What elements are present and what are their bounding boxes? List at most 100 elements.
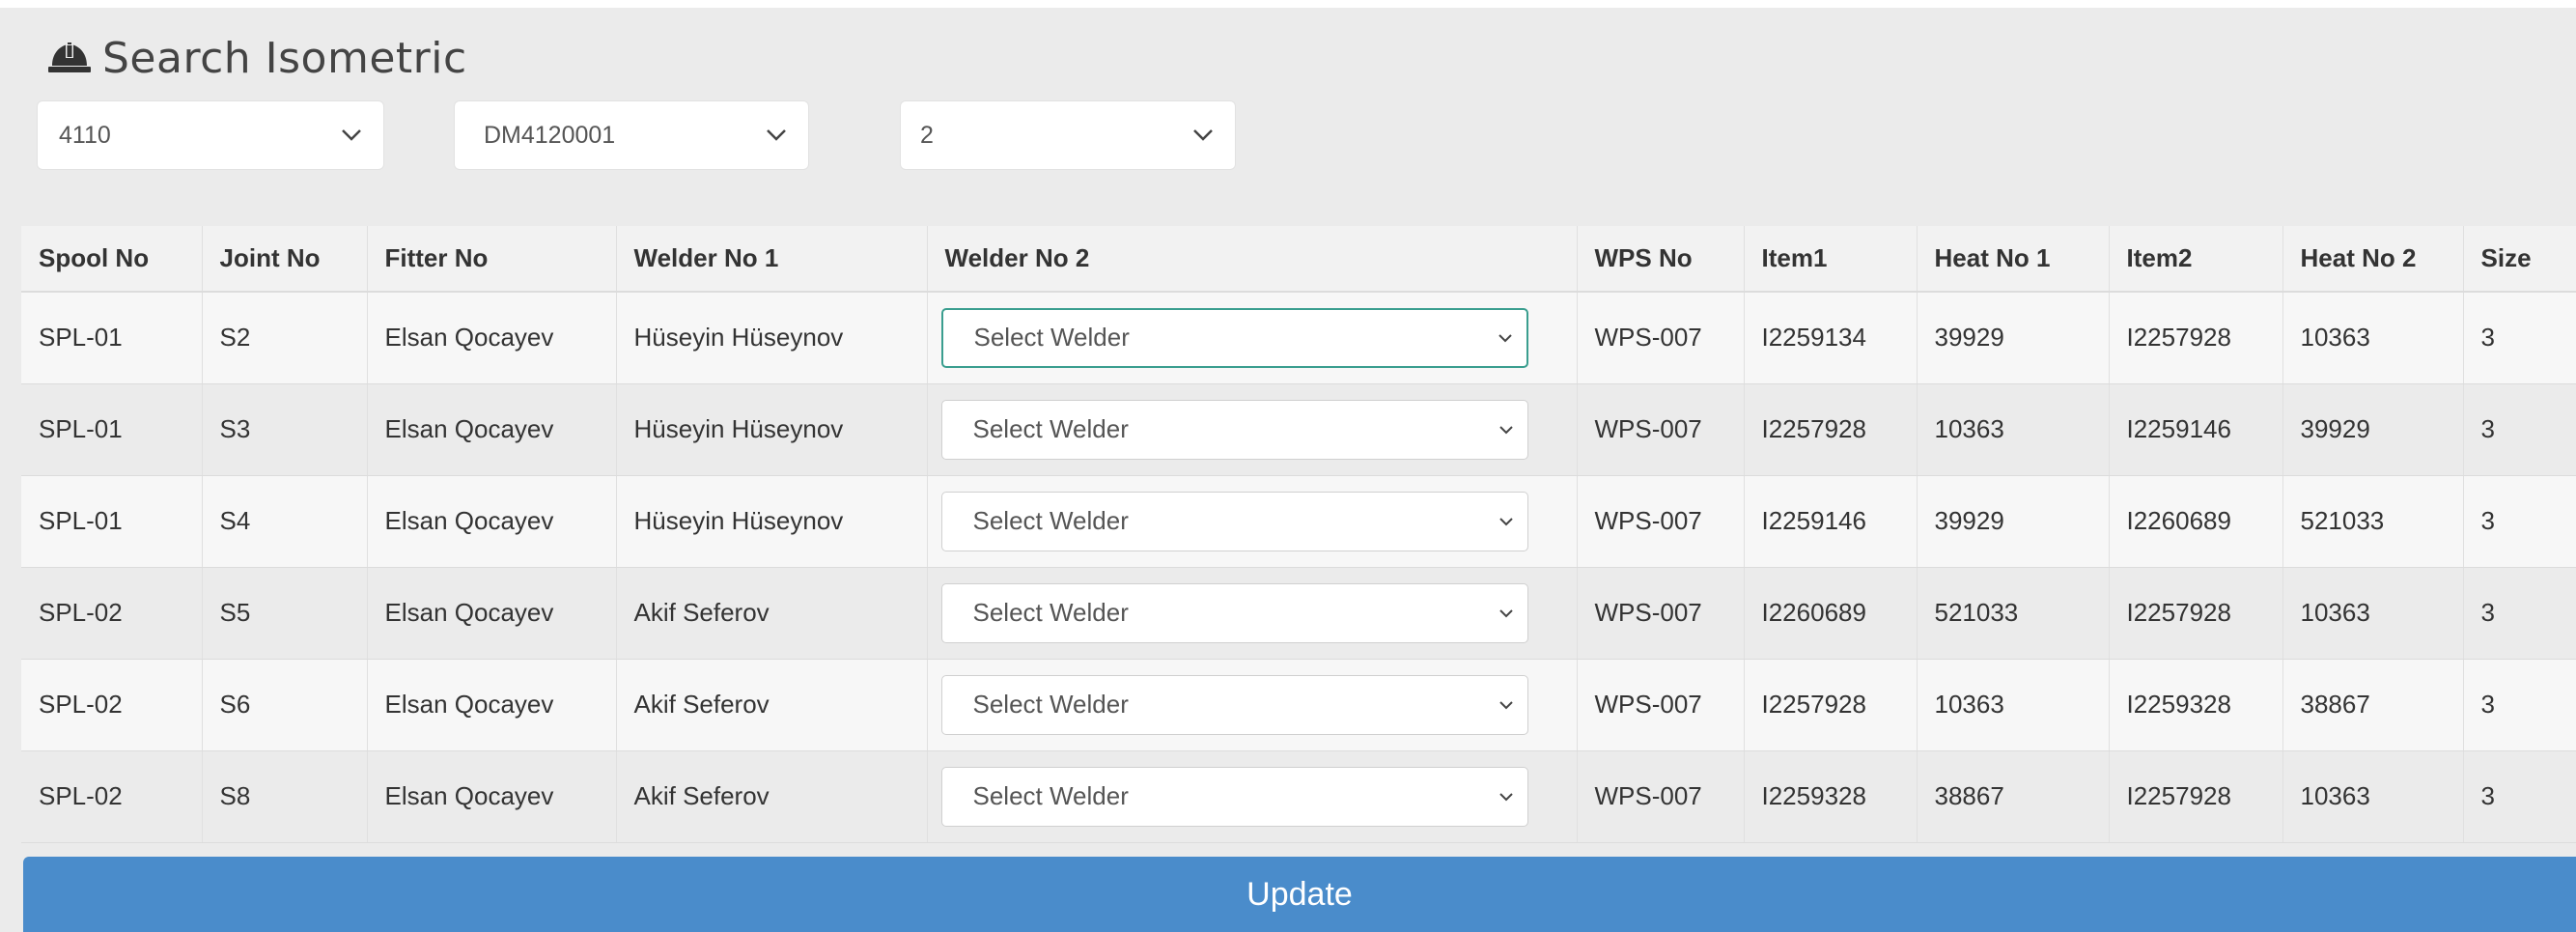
column-header: Item2 xyxy=(2109,226,2283,293)
size-cell: 3 xyxy=(2463,475,2576,568)
revision-select-value: 2 xyxy=(920,121,934,149)
item2-cell: I2257928 xyxy=(2109,292,2283,384)
heat-no-2-cell: 10363 xyxy=(2282,567,2464,660)
column-header: Spool No xyxy=(21,226,203,293)
table-row: SPL-02 S8 Elsan Qocayev Akif Seferov Sel… xyxy=(21,750,2576,843)
heat-no-1-cell: 521033 xyxy=(1917,567,2110,660)
item1-cell: I2260689 xyxy=(1744,567,1918,660)
size-cell: 3 xyxy=(2463,567,2576,660)
heat-no-1-cell: 39929 xyxy=(1917,292,2110,384)
heat-no-2-cell: 39929 xyxy=(2282,383,2464,476)
spool-no-cell: SPL-01 xyxy=(21,292,203,384)
size-cell: 3 xyxy=(2463,292,2576,384)
table-row: SPL-01 S2 Elsan Qocayev Hüseyin Hüseynov… xyxy=(21,292,2576,384)
project-select-value: 4110 xyxy=(59,121,111,149)
heat-no-2-cell: 521033 xyxy=(2282,475,2464,568)
chevron-down-icon xyxy=(342,129,361,141)
chevron-down-icon xyxy=(1498,608,1513,617)
column-header: Size xyxy=(2463,226,2576,293)
chevron-down-icon xyxy=(1498,334,1512,343)
column-header: Joint No xyxy=(202,226,368,293)
welder-1-cell: Akif Seferov xyxy=(616,567,928,660)
spool-no-cell: SPL-02 xyxy=(21,659,203,751)
welder-2-select-value: Select Welder xyxy=(973,323,1130,353)
wps-no-cell: WPS-007 xyxy=(1577,475,1745,568)
column-header: Heat No 1 xyxy=(1917,226,2110,293)
fitter-no-cell: Elsan Qocayev xyxy=(367,659,617,751)
search-panel: Search Isometric 4110 DM4120001 2 Spool … xyxy=(0,8,2576,932)
welder-2-select-value: Select Welder xyxy=(972,690,1129,719)
heat-no-2-cell: 10363 xyxy=(2282,750,2464,843)
chevron-down-icon xyxy=(1498,792,1513,801)
heat-no-2-cell: 38867 xyxy=(2282,659,2464,751)
item1-cell: I2259146 xyxy=(1744,475,1918,568)
size-cell: 3 xyxy=(2463,750,2576,843)
welder-2-select[interactable]: Select Welder xyxy=(940,674,1528,735)
revision-select[interactable]: 2 xyxy=(900,100,1236,170)
heat-no-1-cell: 10363 xyxy=(1917,659,2110,751)
wps-no-cell: WPS-007 xyxy=(1577,292,1745,384)
project-select[interactable]: 4110 xyxy=(37,100,384,170)
welder-2-select[interactable]: Select Welder xyxy=(940,399,1528,460)
update-button[interactable]: Update xyxy=(23,857,2576,932)
chevron-down-icon xyxy=(1498,517,1513,525)
joint-no-cell: S8 xyxy=(202,750,368,843)
welder-2-select[interactable]: Select Welder xyxy=(940,582,1528,643)
joints-table-container: Spool No Joint No Fitter No Welder No 1 … xyxy=(21,226,2576,843)
welder-2-select[interactable]: Select Welder xyxy=(940,766,1528,827)
chevron-down-icon xyxy=(1498,700,1513,709)
spool-no-cell: SPL-02 xyxy=(21,750,203,843)
spool-no-cell: SPL-01 xyxy=(21,475,203,568)
item2-cell: I2259146 xyxy=(2109,383,2283,476)
fitter-no-cell: Elsan Qocayev xyxy=(367,292,617,384)
wps-no-cell: WPS-007 xyxy=(1577,383,1745,476)
column-header: Item1 xyxy=(1744,226,1918,293)
table-row: SPL-02 S5 Elsan Qocayev Akif Seferov Sel… xyxy=(21,567,2576,660)
item1-cell: I2259328 xyxy=(1744,750,1918,843)
welder-2-select[interactable]: Select Welder xyxy=(940,491,1528,551)
welder-2-cell: Select Welder xyxy=(927,750,1578,843)
item2-cell: I2259328 xyxy=(2109,659,2283,751)
item1-cell: I2257928 xyxy=(1744,383,1918,476)
welder-2-select[interactable]: Select Welder xyxy=(940,307,1528,368)
page-header: Search Isometric xyxy=(48,29,467,87)
table-row: SPL-01 S4 Elsan Qocayev Hüseyin Hüseynov… xyxy=(21,475,2576,568)
item1-cell: I2257928 xyxy=(1744,659,1918,751)
spool-no-cell: SPL-01 xyxy=(21,383,203,476)
size-cell: 3 xyxy=(2463,383,2576,476)
joint-no-cell: S3 xyxy=(202,383,368,476)
heat-no-2-cell: 10363 xyxy=(2282,292,2464,384)
welder-2-cell: Select Welder xyxy=(927,659,1578,751)
welder-2-cell: Select Welder xyxy=(927,567,1578,660)
welder-2-cell: Select Welder xyxy=(927,383,1578,476)
welder-1-cell: Akif Seferov xyxy=(616,750,928,843)
welder-2-cell: Select Welder xyxy=(927,475,1578,568)
column-header: WPS No xyxy=(1577,226,1745,293)
item2-cell: I2257928 xyxy=(2109,750,2283,843)
fitter-no-cell: Elsan Qocayev xyxy=(367,567,617,660)
joint-no-cell: S6 xyxy=(202,659,368,751)
heat-no-1-cell: 10363 xyxy=(1917,383,2110,476)
chevron-down-icon xyxy=(1498,425,1513,434)
welder-2-select-value: Select Welder xyxy=(972,414,1129,443)
welder-2-cell: Select Welder xyxy=(927,292,1578,384)
heat-no-1-cell: 38867 xyxy=(1917,750,2110,843)
wps-no-cell: WPS-007 xyxy=(1577,567,1745,660)
joints-table: Spool No Joint No Fitter No Welder No 1 … xyxy=(21,226,2576,843)
joint-no-cell: S2 xyxy=(202,292,368,384)
welder-1-cell: Hüseyin Hüseynov xyxy=(616,292,928,384)
item2-cell: I2260689 xyxy=(2109,475,2283,568)
fitter-no-cell: Elsan Qocayev xyxy=(367,383,617,476)
welder-2-select-value: Select Welder xyxy=(972,781,1129,810)
chevron-down-icon xyxy=(767,129,786,141)
isometric-select[interactable]: DM4120001 xyxy=(454,100,809,170)
fitter-no-cell: Elsan Qocayev xyxy=(367,475,617,568)
spool-no-cell: SPL-02 xyxy=(21,567,203,660)
welder-2-select-value: Select Welder xyxy=(972,506,1129,535)
wps-no-cell: WPS-007 xyxy=(1577,659,1745,751)
column-header: Welder No 2 xyxy=(927,226,1578,293)
wps-no-cell: WPS-007 xyxy=(1577,750,1745,843)
item1-cell: I2259134 xyxy=(1744,292,1918,384)
column-header: Fitter No xyxy=(367,226,617,293)
welder-1-cell: Hüseyin Hüseynov xyxy=(616,383,928,476)
